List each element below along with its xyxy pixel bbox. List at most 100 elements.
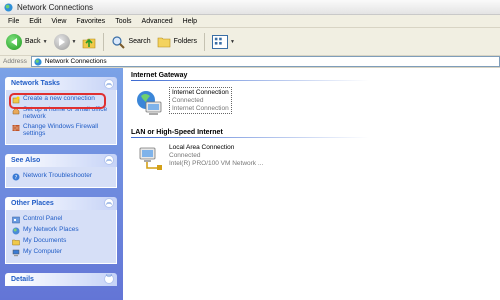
local-area-connection-item[interactable]: Local Area Connection Connected Intel(R)… [135, 144, 500, 174]
search-icon [112, 35, 126, 49]
lan-connection-icon [139, 147, 162, 170]
collapse-chevron-icon[interactable]: ︽ [104, 78, 114, 89]
toolbar-separator [204, 32, 205, 51]
see-also-title: See Also [11, 156, 41, 164]
task-label: Change Windows Firewall settings [23, 122, 99, 138]
connection-status: Connected [169, 151, 201, 159]
expand-chevron-icon[interactable]: ︾ [104, 274, 114, 285]
group-header-internet-gateway: Internet Gateway [131, 72, 188, 79]
internet-gateway-icon [137, 91, 162, 115]
menu-edit[interactable]: Edit [24, 18, 46, 25]
link-label: Control Panel [23, 214, 63, 222]
collapse-chevron-icon[interactable]: ︽ [104, 198, 114, 209]
home-network-icon [12, 107, 20, 115]
views-button[interactable]: ▼ [209, 31, 238, 53]
connections-list: Internet Gateway Internet Connection Con… [123, 68, 500, 300]
other-places-title: Other Places [11, 199, 54, 207]
search-button[interactable]: Search [108, 31, 153, 53]
toolbar-separator [103, 32, 105, 51]
views-dropdown-icon[interactable]: ▼ [230, 39, 235, 45]
task-create-new-connection[interactable]: Create a new connection [12, 95, 112, 104]
computer-icon [12, 249, 20, 257]
see-also-header[interactable]: See Also ︽ [5, 153, 117, 167]
back-arrow-icon [6, 33, 22, 50]
link-my-documents[interactable]: My Documents [12, 237, 112, 246]
forward-arrow-icon [53, 33, 70, 50]
other-places-header[interactable]: Other Places ︽ [5, 196, 117, 210]
connection-device: Intel(R) PRO/100 VM Network ... [169, 159, 264, 167]
link-my-network-places[interactable]: My Network Places [12, 226, 112, 235]
back-button[interactable]: Back ▼ [3, 31, 51, 53]
task-firewall-settings[interactable]: Change Windows Firewall settings [12, 123, 112, 138]
new-connection-icon [12, 96, 20, 104]
group-divider [131, 137, 471, 138]
task-setup-home-network[interactable]: Set up a home or small office network [12, 106, 112, 121]
toolbar: Back ▼ ▼ Search Folders ▼ [0, 28, 500, 56]
other-places-body: Control Panel My Network Places My Docum… [5, 209, 117, 264]
address-label: Address [3, 58, 27, 65]
internet-connection-details: Internet Connection Connected Internet C… [169, 87, 232, 115]
forward-button[interactable]: ▼ [51, 31, 80, 53]
link-control-panel[interactable]: Control Panel [12, 215, 112, 224]
svg-text:?: ? [15, 175, 18, 181]
menu-favorites[interactable]: Favorites [71, 18, 110, 25]
network-tasks-title: Network Tasks [11, 80, 60, 87]
menu-view[interactable]: View [46, 18, 71, 25]
network-connections-icon [34, 57, 42, 66]
group-divider [131, 80, 471, 81]
network-tasks-panel: Network Tasks ︽ Create a new connection … [5, 77, 117, 145]
search-label: Search [128, 38, 151, 45]
folders-icon [157, 37, 170, 47]
lan-connection-details: Local Area Connection Connected Intel(R)… [169, 144, 263, 167]
group-header-lan: LAN or High-Speed Internet [131, 129, 223, 136]
back-dropdown-icon[interactable]: ▼ [43, 39, 48, 45]
connection-type: Internet Connection [172, 104, 229, 112]
menu-tools[interactable]: Tools [110, 18, 136, 25]
internet-connection-item[interactable]: Internet Connection Connected Internet C… [135, 87, 500, 117]
control-panel-icon [12, 216, 20, 224]
network-tasks-header[interactable]: Network Tasks ︽ [5, 77, 117, 90]
address-value: Network Connections [44, 58, 107, 65]
help-icon: ? [12, 173, 20, 181]
link-label: My Network Places [23, 225, 79, 233]
menu-help[interactable]: Help [178, 18, 202, 25]
window-title: Network Connections [17, 2, 94, 12]
firewall-icon [12, 124, 20, 131]
title-bar[interactable]: Network Connections [0, 0, 500, 15]
task-label: Set up a home or small office network [23, 106, 108, 121]
connection-name: Internet Connection [172, 89, 229, 96]
explorer-window: Network Connections File Edit View Favor… [0, 0, 500, 300]
network-connections-icon [4, 2, 13, 12]
up-folder-button[interactable] [79, 31, 99, 53]
other-places-panel: Other Places ︽ Control Panel My Network … [5, 196, 117, 264]
menu-bar: File Edit View Favorites Tools Advanced … [0, 15, 500, 28]
see-also-body: ? Network Troubleshooter [5, 166, 117, 188]
address-bar: Address Network Connections [0, 56, 500, 68]
folders-button[interactable]: Folders [154, 31, 200, 53]
link-label: My Documents [23, 236, 67, 244]
menu-file[interactable]: File [3, 18, 24, 25]
folder-up-icon [83, 38, 96, 48]
network-places-icon [12, 227, 20, 235]
details-header[interactable]: Details ︾ [5, 272, 117, 286]
address-field[interactable]: Network Connections [30, 56, 500, 67]
connection-status: Connected [172, 96, 204, 104]
task-label: Create a new connection [23, 95, 95, 102]
details-panel: Details ︾ [5, 272, 117, 286]
menu-advanced[interactable]: Advanced [137, 18, 178, 25]
link-network-troubleshooter[interactable]: ? Network Troubleshooter [12, 172, 112, 181]
documents-folder-icon [12, 239, 20, 246]
task-pane: Network Tasks ︽ Create a new connection … [0, 68, 123, 300]
details-title: Details [11, 275, 34, 283]
views-icon [212, 34, 228, 49]
link-label: Network Troubleshooter [23, 171, 93, 179]
see-also-panel: See Also ︽ ? Network Troubleshooter [5, 153, 117, 188]
folders-label: Folders [173, 38, 197, 45]
link-my-computer[interactable]: My Computer [12, 248, 112, 257]
back-label: Back [25, 38, 41, 45]
forward-dropdown-icon[interactable]: ▼ [72, 39, 77, 45]
collapse-chevron-icon[interactable]: ︽ [104, 155, 114, 166]
network-tasks-body: Create a new connection Set up a home or… [5, 90, 117, 145]
connection-name: Local Area Connection [169, 144, 235, 151]
link-label: My Computer [23, 247, 63, 255]
